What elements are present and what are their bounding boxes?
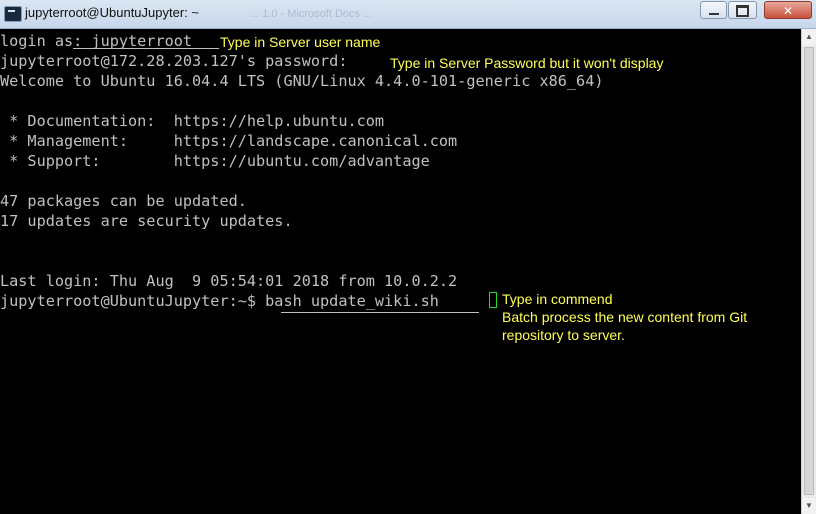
window-title: jupyterroot@UbuntuJupyter: ~ (25, 5, 199, 20)
terminal-line-security: 17 updates are security updates. (0, 212, 293, 230)
annotation-username: Type in Server user name (220, 34, 381, 50)
background-window-title: ... 1.0 - Microsoft Docs ... (250, 8, 373, 20)
annotation-command-3: repository to server. (502, 327, 625, 343)
annotation-password: Type in Server Password but it won't dis… (390, 55, 664, 71)
maximize-button[interactable] (728, 1, 757, 19)
terminal-cursor (489, 292, 497, 308)
window-titlebar[interactable]: jupyterroot@UbuntuJupyter: ~ ... 1.0 - M… (0, 0, 816, 29)
command-underline (281, 312, 479, 313)
scrollbar-thumb[interactable] (804, 47, 814, 495)
maximize-icon (736, 5, 749, 17)
vertical-scrollbar[interactable]: ▲ ▼ (801, 29, 816, 514)
terminal-line-password: jupyterroot@172.28.203.127's password: (0, 52, 348, 70)
putty-app-icon[interactable] (4, 6, 22, 22)
terminal-line-documentation: * Documentation: https://help.ubuntu.com (0, 112, 385, 130)
terminal-screen[interactable]: login as: jupyterroot jupyterroot@172.28… (0, 29, 801, 514)
username-underline (73, 48, 219, 49)
annotation-command-2: Batch process the new content from Git (502, 309, 748, 325)
scroll-up-arrow-icon[interactable]: ▲ (802, 29, 816, 45)
terminal-line-support: * Support: https://ubuntu.com/advantage (0, 152, 430, 170)
annotation-command-1: Type in commend (502, 291, 613, 307)
minimize-icon (708, 13, 719, 15)
terminal-line-packages: 47 packages can be updated. (0, 192, 247, 210)
terminal-line-last-login: Last login: Thu Aug 9 05:54:01 2018 from… (0, 272, 458, 290)
scroll-down-arrow-icon[interactable]: ▼ (802, 498, 816, 514)
minimize-button[interactable] (700, 1, 727, 19)
terminal-line-management: * Management: https://landscape.canonica… (0, 132, 458, 150)
close-button[interactable]: ✕ (764, 1, 812, 19)
terminal-line-command: jupyterroot@UbuntuJupyter:~$ bash update… (0, 292, 439, 310)
terminal-line-welcome: Welcome to Ubuntu 16.04.4 LTS (GNU/Linux… (0, 72, 604, 90)
